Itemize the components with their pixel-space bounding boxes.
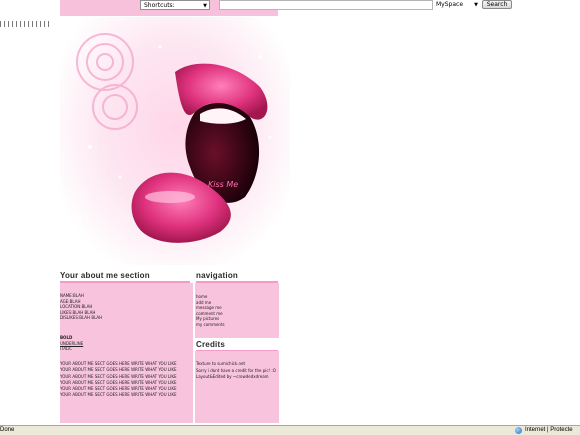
- browser-status-bar: Done Internet | Protecte: [0, 425, 580, 435]
- search-scope-dropdown[interactable]: MySpace ▼: [436, 0, 480, 10]
- about-line: YOUR ABOUT ME SECT GOES HERE WRITE WHAT …: [60, 379, 177, 385]
- about-line: YOUR ABOUT ME SECT GOES HERE WRITE WHAT …: [60, 373, 177, 379]
- italic-sample: ITALIC: [60, 346, 73, 351]
- credit-line: Texture to sumichick.net: [196, 361, 246, 366]
- chevron-down-icon: ▼: [474, 2, 478, 8]
- about-line: YOUR ABOUT ME SECT GOES HERE WRITE WHAT …: [60, 361, 177, 366]
- globe-icon: [515, 427, 522, 434]
- about-body-text: YOUR ABOUT ME SECT GOES HERE WRITE WHAT …: [60, 361, 176, 399]
- horizontal-scroll-marker: [0, 21, 52, 27]
- credits-text: Texture to sumichick.net Sorry i dont ha…: [196, 361, 276, 381]
- status-text: Done: [0, 427, 15, 433]
- nav-link-my-comments[interactable]: my comments: [196, 322, 225, 328]
- header-artwork: Kiss Me: [60, 17, 290, 265]
- about-line: YOUR ABOUT ME SECT GOES HERE WRITE WHAT …: [60, 392, 177, 398]
- about-line: YOUR ABOUT ME SECT GOES HERE WRITE WHAT …: [60, 386, 177, 392]
- artwork-caption: Kiss Me: [208, 180, 238, 189]
- chevron-down-icon: ▼: [203, 3, 207, 9]
- credit-line: Layout&Edited by ~crowdedxdream: [196, 374, 269, 379]
- search-button[interactable]: Search: [482, 0, 512, 9]
- security-zone-text: Internet | Protecte: [525, 427, 573, 433]
- search-input[interactable]: [219, 0, 433, 10]
- search-scope-label: MySpace: [436, 1, 464, 8]
- shortcuts-dropdown[interactable]: Shortcuts: ▼: [140, 0, 210, 10]
- about-me-heading: Your about me section: [60, 270, 190, 283]
- lips-illustration: Kiss Me: [76, 33, 272, 243]
- fact-dislikes: DISLIKES:BLAH BLAH: [60, 315, 103, 320]
- navigation-heading: navigation: [196, 270, 278, 283]
- credit-line: Sorry i dont have a credit for the pic! …: [196, 367, 276, 373]
- shortcuts-label: Shortcuts:: [144, 2, 175, 9]
- decor-rings: [76, 33, 138, 130]
- about-facts: NAME:BLAH AGE:BLAH LOCATION:BLAH LIKES:B…: [60, 293, 102, 321]
- navigation-links: home add me message me comment me My pic…: [196, 294, 225, 327]
- text-style-samples: BOLD UNDERLINE ITALIC: [60, 335, 83, 352]
- nav-link-message-me[interactable]: message me: [196, 305, 225, 311]
- about-line: YOUR ABOUT ME SECT GOES HERE WRITE WHAT …: [60, 367, 177, 373]
